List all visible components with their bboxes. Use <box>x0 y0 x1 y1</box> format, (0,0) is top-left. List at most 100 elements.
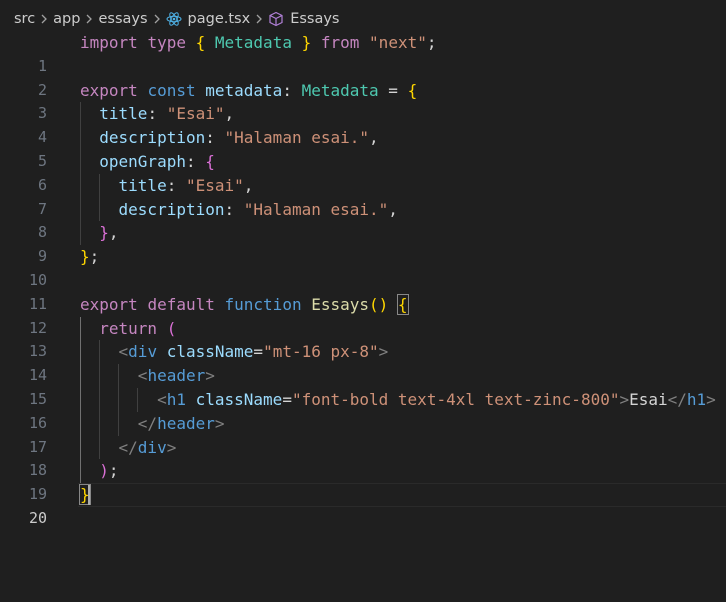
string: "Esai" <box>166 104 225 124</box>
code-line-4[interactable]: 4 title: "Esai", <box>0 102 726 146</box>
punctuation: , <box>369 128 379 148</box>
breadcrumb-item-src[interactable]: src <box>14 11 35 27</box>
keyword: export <box>80 80 138 100</box>
type-name: Metadata <box>214 33 292 52</box>
code-text: title: "Esai", <box>80 174 254 198</box>
keyword: export <box>80 294 138 314</box>
attribute: className <box>195 389 283 409</box>
code-text: </div> <box>80 436 177 460</box>
code-line-7[interactable]: 7 title: "Esai", <box>0 173 726 218</box>
code-line-14[interactable]: 14 <div className="mt-16 px-8"> <box>0 340 726 384</box>
code-line-20[interactable]: 20 } <box>0 483 726 527</box>
string: "next" <box>369 33 427 52</box>
matched-bracket: } <box>79 484 91 506</box>
chevron-right-icon <box>254 13 264 25</box>
code-line-2[interactable]: 2 <box>0 55 726 99</box>
string: "Halaman esai." <box>224 128 370 148</box>
code-line-3[interactable]: 3 export const metadata: Metadata = { <box>0 79 726 123</box>
tag-name: div <box>128 342 158 362</box>
code-line-18[interactable]: 18 </div> <box>0 435 726 479</box>
code-line-15[interactable]: 15 <header> <box>0 364 726 408</box>
string: "mt-16 px-8" <box>263 342 379 362</box>
bracket: } <box>80 247 90 267</box>
operator: = <box>253 342 264 362</box>
variable: metadata <box>205 80 283 100</box>
punctuation: : <box>282 80 292 100</box>
breadcrumb-file-label: page.tsx <box>187 11 251 27</box>
bracket: } <box>99 223 109 243</box>
tag-bracket: > <box>214 413 225 433</box>
keyword: const <box>147 80 196 100</box>
code-line-19[interactable]: 19 ); <box>0 459 726 503</box>
code-line-16[interactable]: 16 <h1 className="font-bold text-4xl tex… <box>0 387 726 432</box>
type-name: Metadata <box>301 80 379 100</box>
punctuation: ; <box>426 33 437 52</box>
code-line-10[interactable]: 10 }; <box>0 245 726 289</box>
tag-bracket: > <box>378 342 389 362</box>
punctuation: , <box>243 175 254 195</box>
text-cursor <box>88 485 90 506</box>
bracket: { <box>407 80 418 100</box>
tag-bracket: > <box>619 389 630 409</box>
tag-bracket: < <box>137 366 148 386</box>
string: "font-bold text-4xl text-zinc-800" <box>291 389 620 409</box>
code-line-8[interactable]: 8 description: "Halaman esai.", <box>0 197 726 241</box>
react-file-icon <box>166 11 182 27</box>
tag-bracket: </ <box>137 413 158 433</box>
code-text: description: "Halaman esai.", <box>80 126 379 150</box>
operator: = <box>282 389 292 409</box>
keyword: function <box>224 294 302 314</box>
tag-bracket: > <box>706 389 716 409</box>
code-editor[interactable]: src app essays page.tsx Essays 1 import … <box>0 0 726 527</box>
code-line-13[interactable]: 13 return ( <box>0 316 726 360</box>
bracket: } <box>301 33 312 52</box>
tag-bracket: </ <box>667 389 687 409</box>
code-line-9[interactable]: 9 }, <box>0 221 726 265</box>
code-area[interactable]: 1 import type { Metadata } from "next"; … <box>0 31 726 527</box>
code-line-12[interactable]: 12 export default function Essays() { <box>0 293 726 337</box>
code-text: <header> <box>80 364 215 388</box>
property: description <box>118 199 225 219</box>
code-line-5[interactable]: 5 description: "Halaman esai.", <box>0 126 726 170</box>
tag-bracket: > <box>205 366 215 386</box>
tag-bracket: < <box>157 389 167 409</box>
chevron-right-icon <box>84 13 94 25</box>
punctuation: ; <box>89 247 100 267</box>
property: title <box>118 175 167 195</box>
code-text: return ( <box>80 317 176 341</box>
code-text: openGraph: { <box>80 150 215 174</box>
breadcrumb-item-essays[interactable]: essays <box>98 11 147 27</box>
breadcrumb-item-app[interactable]: app <box>53 11 80 27</box>
punctuation: , <box>224 104 235 124</box>
tag-bracket: </ <box>118 437 138 457</box>
matched-bracket: { <box>396 293 409 315</box>
breadcrumb-item-symbol[interactable]: Essays <box>268 11 339 27</box>
bracket: { <box>205 151 215 171</box>
code-line-6[interactable]: 6 openGraph: { <box>0 149 726 194</box>
tag-name: div <box>137 437 167 457</box>
attribute: className <box>166 342 254 362</box>
keyword: import <box>80 33 138 52</box>
bracket: ( <box>166 318 177 338</box>
punctuation: : <box>205 128 215 148</box>
string: "Halaman esai." <box>243 199 389 219</box>
keyword: type <box>147 33 186 52</box>
line-number: 20 <box>28 508 47 527</box>
tag-bracket: > <box>166 437 177 457</box>
code-text: title: "Esai", <box>80 102 234 126</box>
code-text: }, <box>80 221 118 245</box>
code-text: export const metadata: Metadata = { <box>80 79 417 103</box>
tag-name: h1 <box>166 389 186 409</box>
symbol-cube-icon <box>268 11 284 27</box>
code-text: ); <box>80 459 118 483</box>
breadcrumb-item-file[interactable]: page.tsx <box>166 11 251 27</box>
property: description <box>99 128 206 148</box>
code-line-17[interactable]: 17 </header> <box>0 411 726 456</box>
code-line-11[interactable]: 11 <box>0 269 726 313</box>
tag-bracket: < <box>118 342 129 362</box>
code-text: <div className="mt-16 px-8"> <box>80 340 389 364</box>
property: title <box>99 104 148 124</box>
code-text: export default function Essays() { <box>80 293 409 317</box>
code-line-1[interactable]: 1 import type { Metadata } from "next"; <box>0 31 726 75</box>
punctuation: , <box>388 199 398 219</box>
